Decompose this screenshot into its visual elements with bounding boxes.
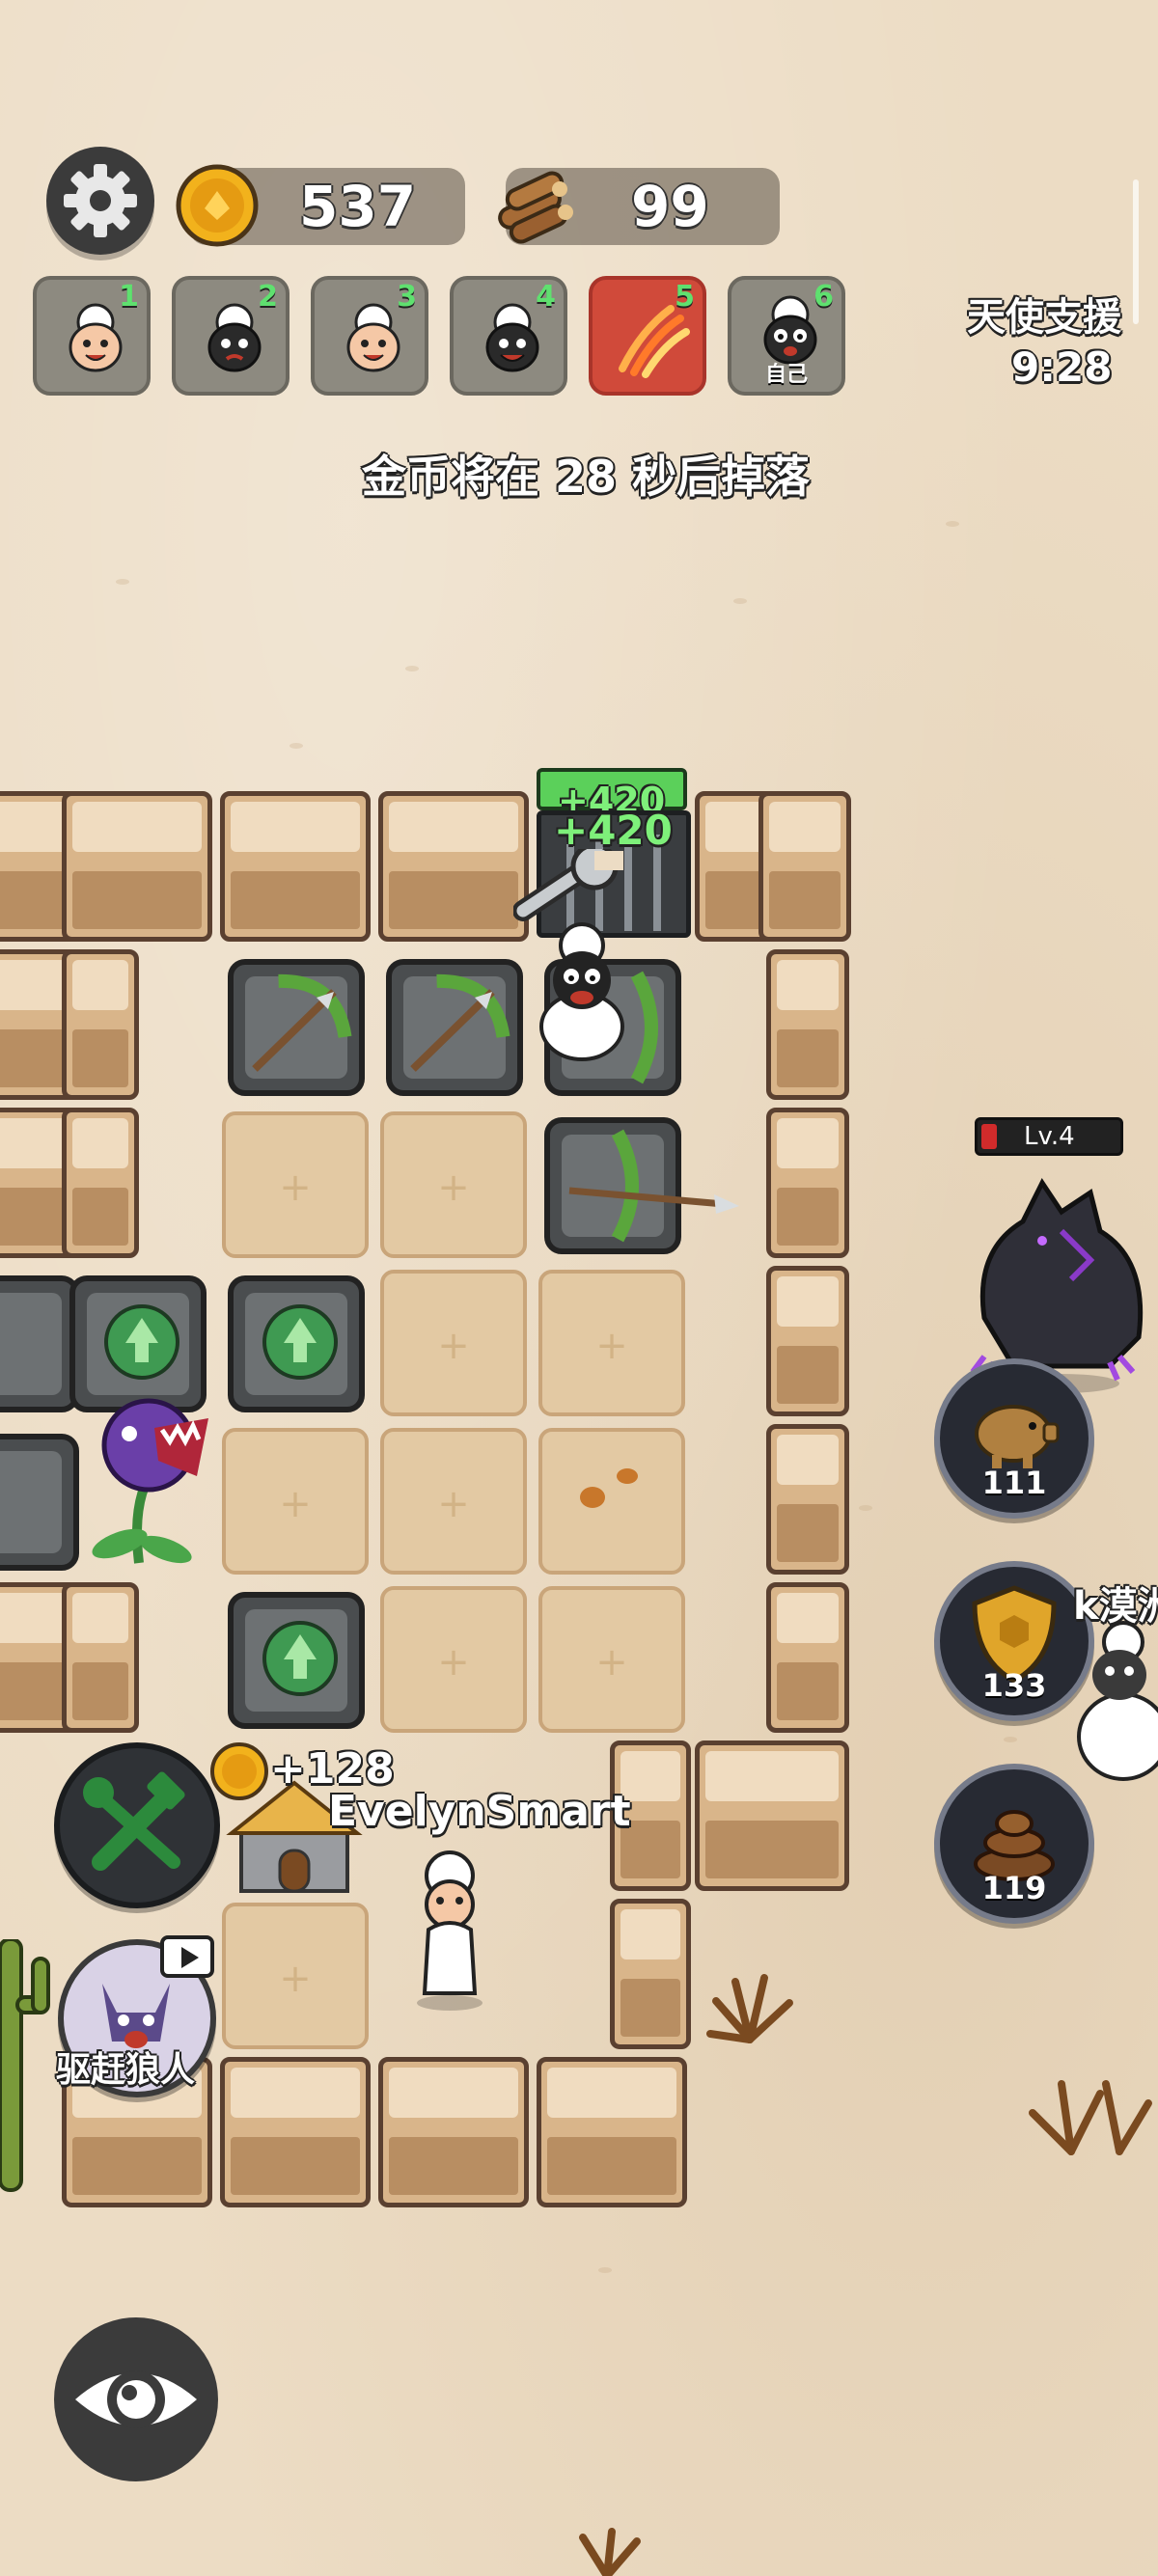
black-sheep-character[interactable]: [529, 920, 635, 1065]
drive-wolf-label: 驱赶狼人: [56, 2050, 196, 2090]
food-crumbs-icon: [580, 1468, 638, 1508]
wood-amount: 99: [631, 174, 709, 239]
crossbow-tower[interactable]: [386, 959, 523, 1096]
wall-block: [62, 1582, 139, 1733]
gold-coin-icon: [176, 164, 259, 247]
player-slot-3[interactable]: 3: [311, 276, 428, 396]
slot-number: 6: [813, 280, 834, 314]
enemy-health-bar: Lv.4: [975, 1117, 1123, 1156]
player-slot-1[interactable]: 1: [33, 276, 151, 396]
player-name-label: EvelynSmart: [328, 1787, 631, 1836]
player-slot-2[interactable]: 2: [172, 276, 290, 396]
wall-block: [378, 791, 529, 942]
slot-number: 2: [258, 280, 278, 314]
empty-build-tile[interactable]: +: [222, 1111, 369, 1258]
player-sheep-character[interactable]: [396, 1849, 502, 2013]
wall-block: [220, 791, 371, 942]
gold-drop-notice: 金币将在 28 秒后掉落: [361, 451, 811, 503]
wrench-icon[interactable]: [513, 849, 629, 926]
dry-shrub: [1029, 2080, 1152, 2155]
video-ad-icon: [160, 1935, 214, 1978]
upgrade-arrow-icon: [104, 1304, 179, 1380]
wall-block: [766, 1424, 849, 1575]
slot-number: 4: [536, 280, 556, 314]
self-label: 自己: [764, 363, 808, 387]
hammer-wrench-icon: [83, 1771, 185, 1871]
player-slot-6[interactable]: 6 自己: [728, 276, 845, 396]
empty-build-tile[interactable]: +: [222, 1428, 369, 1575]
empty-build-tile[interactable]: +: [538, 1586, 685, 1733]
settings-button[interactable]: [46, 147, 154, 255]
player-slot-5[interactable]: 5: [589, 276, 706, 396]
slot-number: 1: [119, 280, 139, 314]
angel-support-label: 天使支援: [967, 295, 1121, 340]
black-sheep-character[interactable]: [1065, 1621, 1158, 1795]
piggy-bank-button[interactable]: 111: [934, 1358, 1094, 1519]
upgrade-tower[interactable]: [228, 1275, 365, 1412]
angel-support-timer: 9:28: [1011, 343, 1113, 391]
crossbow-icon: [410, 973, 510, 1072]
crossbow-icon: [568, 1129, 739, 1243]
gold-coin-icon: [210, 1742, 268, 1800]
upgrade-tower[interactable]: [0, 1275, 79, 1412]
empty-build-tile[interactable]: +: [222, 1903, 369, 2049]
wall-block: [378, 2057, 529, 2207]
crossbow-icon: [252, 973, 352, 1072]
wall-block: [62, 791, 212, 942]
build-tools-button[interactable]: [54, 1742, 220, 1908]
wall-block: [220, 2057, 371, 2207]
scrollbar[interactable]: [1133, 179, 1139, 324]
upgrade-arrow-icon: [262, 1621, 338, 1696]
wall-block: [766, 1582, 849, 1733]
dry-shrub: [579, 2528, 641, 2576]
dry-shrub: [706, 1974, 793, 2043]
upgrade-tower[interactable]: [0, 1434, 79, 1571]
view-toggle-button[interactable]: [54, 2317, 218, 2481]
empty-build-tile[interactable]: +: [538, 1270, 685, 1416]
crossbow-tower[interactable]: [228, 959, 365, 1096]
enemy-level: Lv.4: [1024, 1122, 1075, 1151]
slot-number: 3: [397, 280, 417, 314]
cactus: [0, 1939, 50, 2192]
wall-block: [758, 791, 851, 942]
eye-icon: [75, 2370, 197, 2428]
wall-block: [766, 1266, 849, 1416]
wood-logs-icon: [498, 171, 573, 244]
empty-build-tile[interactable]: +: [380, 1586, 527, 1733]
empty-build-tile[interactable]: +: [380, 1111, 527, 1258]
werewolf-enemy[interactable]: [955, 1173, 1158, 1395]
upgrade-tower[interactable]: [228, 1592, 365, 1729]
wall-block: [62, 1108, 139, 1258]
poop-count: 119: [981, 1870, 1047, 1906]
slot-number: 5: [675, 280, 695, 314]
wall-block: [695, 1740, 849, 1891]
gate-reward-popup-2: +420: [554, 807, 673, 854]
gold-amount: 537: [299, 174, 417, 239]
wall-block: [62, 949, 139, 1100]
wall-block: [610, 1899, 691, 2049]
gear-icon: [64, 164, 137, 237]
empty-build-tile[interactable]: +: [380, 1428, 527, 1575]
crossbow-tower[interactable]: [544, 1117, 739, 1254]
wall-block: [537, 2057, 687, 2207]
piranha-plant[interactable]: [81, 1389, 216, 1573]
wall-block: [766, 1108, 849, 1258]
empty-build-tile[interactable]: +: [380, 1270, 527, 1416]
player-slot-4[interactable]: 4: [450, 276, 567, 396]
wall-block: [766, 949, 849, 1100]
upgrade-arrow-icon: [262, 1304, 338, 1380]
piggy-bank-count: 111: [981, 1465, 1047, 1501]
